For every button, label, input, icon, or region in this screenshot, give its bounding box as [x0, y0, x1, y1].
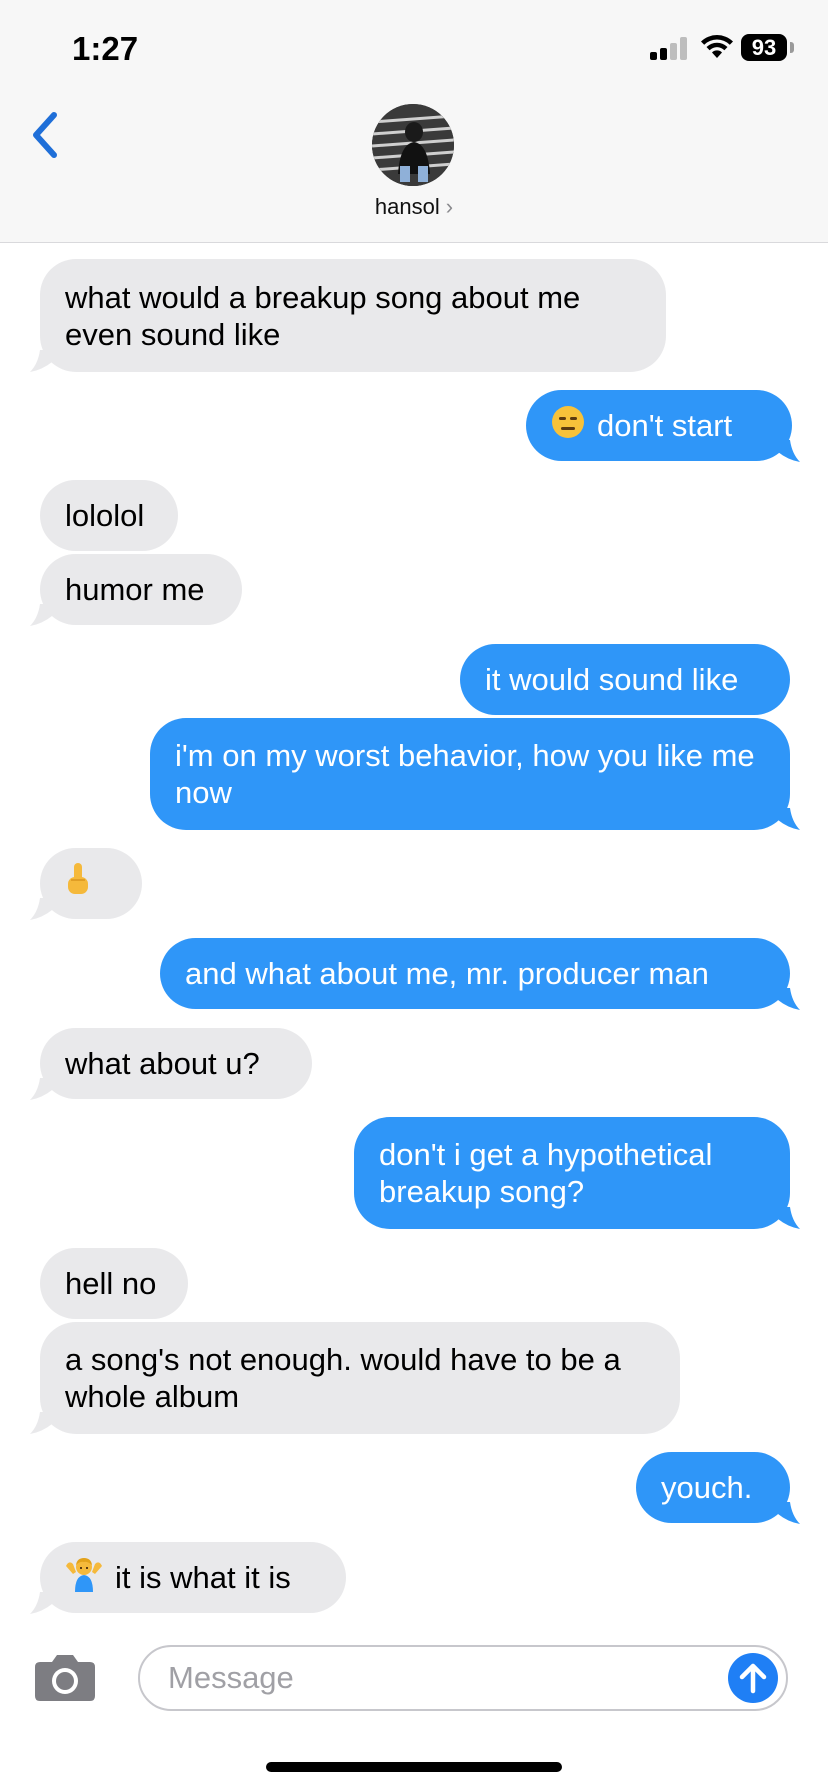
message-text: don't start [597, 408, 733, 443]
bubble-tail [30, 1078, 52, 1100]
message-bubble-incoming[interactable]: a song's not enough. would have to be a … [40, 1322, 680, 1434]
middle-finger-icon [65, 862, 91, 906]
bubble-tail [30, 350, 52, 372]
message-bubble-outgoing[interactable]: i'm on my worst behavior, how you like m… [150, 718, 790, 830]
home-indicator[interactable] [266, 1762, 562, 1772]
message-bubble-outgoing[interactable]: youch. [636, 1452, 790, 1523]
message-bubble-outgoing[interactable]: and what about me, mr. producer man [160, 938, 790, 1009]
bubble-tail [30, 898, 52, 920]
chevron-right-icon: › [445, 194, 454, 219]
message-text: lololol [65, 498, 145, 533]
message-input[interactable] [168, 1647, 688, 1709]
message-bubble-outgoing[interactable]: it would sound like [460, 644, 790, 715]
battery-icon: 93 [741, 34, 787, 61]
message-bubble-incoming[interactable]: what about u? [40, 1028, 312, 1099]
message-bubble-incoming[interactable]: hell no [40, 1248, 188, 1319]
contact-name: hansol [374, 194, 440, 219]
man-shrugging-icon [65, 1556, 103, 1600]
bubble-tail [778, 1502, 800, 1524]
bubble-tail [778, 988, 800, 1010]
arrow-up-icon [739, 1663, 767, 1694]
message-bubble-incoming[interactable]: it is what it is [40, 1542, 346, 1613]
message-text: what about u? [65, 1046, 260, 1081]
expressionless-face-icon [551, 405, 585, 447]
message-text: it would sound like [485, 662, 739, 697]
send-button[interactable] [728, 1653, 778, 1703]
message-bubble-incoming[interactable]: humor me [40, 554, 242, 625]
message-bubble-outgoing[interactable]: don't i get a hypothetical breakup song? [354, 1117, 790, 1229]
message-text: a song's not enough. would have to be a … [65, 1342, 621, 1414]
avatar-photo [372, 104, 454, 186]
message-text: it is what it is [115, 1560, 291, 1595]
bubble-tail [778, 808, 800, 830]
message-text: don't i get a hypothetical breakup song? [379, 1137, 713, 1209]
message-bubble-incoming[interactable] [40, 848, 142, 919]
status-time: 1:27 [72, 30, 139, 67]
conversation-header: 1:27 93 hansol › [0, 0, 828, 243]
bubble-tail [30, 604, 52, 626]
cellular-signal-icon [650, 36, 692, 60]
battery-cap [790, 42, 794, 53]
wifi-icon [701, 35, 733, 58]
bubble-tail [30, 1412, 52, 1434]
bubble-tail [778, 440, 800, 462]
bubble-tail [778, 1207, 800, 1229]
message-bubble-incoming[interactable]: what would a breakup song about me even … [40, 259, 666, 372]
message-text: humor me [65, 572, 205, 607]
camera-icon[interactable] [34, 1652, 96, 1702]
message-composer [138, 1645, 788, 1711]
message-text: hell no [65, 1266, 157, 1301]
contact-avatar[interactable] [372, 104, 454, 186]
message-text: what would a breakup song about me even … [65, 279, 581, 352]
message-bubble-outgoing[interactable]: don't start [526, 390, 792, 461]
message-bubble-incoming[interactable]: lololol [40, 480, 178, 551]
message-text: youch. [661, 1470, 753, 1505]
message-text: i'm on my worst behavior, how you like m… [175, 738, 755, 810]
message-text: and what about me, mr. producer man [185, 956, 709, 991]
chevron-left-icon[interactable] [28, 110, 62, 160]
contact-name-button[interactable]: hansol › [0, 194, 828, 220]
bubble-tail [30, 1592, 52, 1614]
